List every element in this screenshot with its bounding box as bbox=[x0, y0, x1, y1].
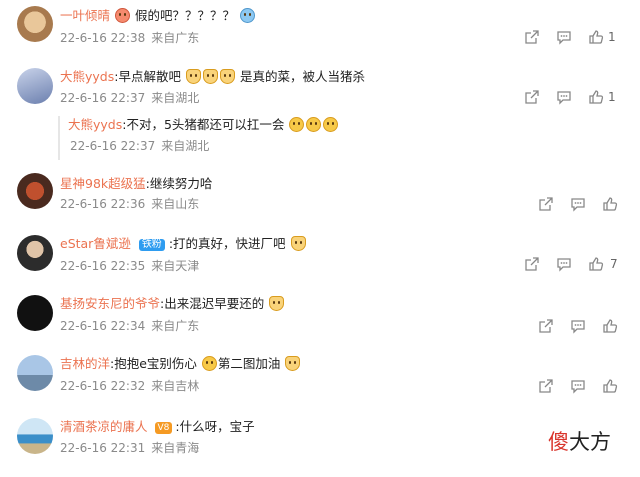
username[interactable]: 大熊yyds bbox=[60, 69, 114, 84]
like-icon[interactable] bbox=[588, 89, 604, 105]
comment-location: 来自广东 bbox=[151, 31, 200, 45]
emoji-icon bbox=[323, 117, 339, 132]
comment-time: 22-6-16 22:31 bbox=[60, 441, 146, 455]
watermark-rest: 大方 bbox=[569, 430, 611, 454]
comment-text: :抱抱e宝别伤心 bbox=[110, 356, 197, 371]
like-count: 1 bbox=[608, 30, 616, 44]
reply-username[interactable]: 大熊yyds bbox=[68, 117, 122, 132]
doge-cat-emoji-icon bbox=[290, 236, 306, 251]
comment-text: :出来混迟早要还的 bbox=[160, 296, 265, 311]
avatar[interactable] bbox=[17, 355, 53, 391]
avatar[interactable] bbox=[17, 235, 53, 271]
comment-location: 来自青海 bbox=[151, 441, 200, 455]
share-icon[interactable] bbox=[538, 378, 554, 394]
comment-text-2: 是真的菜，被人当猪杀 bbox=[239, 69, 365, 84]
comment-location: 来自天津 bbox=[151, 259, 200, 273]
comment-text: :什么呀，宝子 bbox=[175, 419, 255, 434]
comment-icon[interactable] bbox=[570, 378, 586, 394]
doge-cat-emoji-icon bbox=[202, 69, 218, 84]
comment-text: :打的真好，快进厂吧 bbox=[168, 236, 286, 251]
comment-time: 22-6-16 22:38 bbox=[60, 31, 146, 45]
comment-icon[interactable] bbox=[556, 89, 572, 105]
comment-time: 22-6-16 22:32 bbox=[60, 379, 146, 393]
comment-location: 来自湖北 bbox=[151, 91, 200, 105]
comment-time: 22-6-16 22:36 bbox=[60, 197, 146, 211]
share-icon[interactable] bbox=[524, 29, 540, 45]
watermark: 傻大方 bbox=[548, 426, 611, 456]
comment-icon[interactable] bbox=[556, 29, 572, 45]
cat-emoji-icon bbox=[269, 296, 285, 311]
angry-emoji-icon bbox=[115, 8, 130, 23]
reply-location: 来自湖北 bbox=[161, 139, 210, 153]
comment-icon[interactable] bbox=[556, 256, 572, 272]
like-icon[interactable] bbox=[588, 29, 604, 45]
vip-badge: V8 bbox=[154, 422, 173, 434]
username[interactable]: 基扬安东尼的爷爷 bbox=[60, 296, 160, 311]
comment-time: 22-6-16 22:35 bbox=[60, 259, 146, 273]
laugh-cry-emoji-icon bbox=[239, 8, 255, 23]
reply-item: 大熊yyds:不对，5头猪都还可以扛一会 22-6-16 22:37 来自湖北 bbox=[58, 116, 370, 160]
doge-cat-emoji-icon bbox=[219, 69, 235, 84]
username[interactable]: 清酒茶凉的庸人 bbox=[60, 419, 148, 434]
comment-location: 来自吉林 bbox=[151, 379, 200, 393]
comment-item: 基扬安东尼的爷爷:出来混迟早要还的 22-6-16 22:34 来自广东 bbox=[0, 290, 640, 346]
doge-cat-emoji-icon bbox=[185, 69, 201, 84]
like-count: 1 bbox=[608, 90, 616, 104]
comment-item: 吉林的洋:抱抱e宝别伤心 第二图加油 22-6-16 22:32 来自吉林 bbox=[0, 350, 640, 406]
reply-time: 22-6-16 22:37 bbox=[70, 139, 156, 153]
comment-text: :继续努力哈 bbox=[145, 176, 213, 191]
comment-time: 22-6-16 22:34 bbox=[60, 319, 146, 333]
like-icon[interactable] bbox=[588, 256, 604, 272]
avatar[interactable] bbox=[17, 295, 53, 331]
comment-item: 一叶倾晴 假的吧？？？？？ 22-6-16 22:38 来自广东 1 bbox=[0, 0, 640, 56]
watermark-first-char: 傻 bbox=[548, 430, 569, 454]
like-icon[interactable] bbox=[602, 196, 618, 212]
comment-item: eStar鲁斌逊 铁粉:打的真好，快进厂吧 22-6-16 22:35 来自天津 … bbox=[0, 230, 640, 286]
like-count: 7 bbox=[610, 257, 618, 271]
avatar[interactable] bbox=[17, 418, 53, 454]
comment-text: :早点解散吧 bbox=[114, 69, 181, 84]
avatar[interactable] bbox=[17, 68, 53, 104]
comment-item: 清酒茶凉的庸人 V8:什么呀，宝子 22-6-16 22:31 来自青海 bbox=[0, 410, 640, 470]
comment-time: 22-6-16 22:37 bbox=[60, 91, 146, 105]
comment-icon[interactable] bbox=[570, 196, 586, 212]
emoji-icon bbox=[289, 117, 305, 132]
avatar[interactable] bbox=[17, 6, 53, 42]
comment-location: 来自广东 bbox=[151, 319, 200, 333]
like-icon[interactable] bbox=[602, 318, 618, 334]
comment-text: 假的吧？？？？？ bbox=[134, 8, 235, 23]
emoji-icon bbox=[306, 117, 322, 132]
doge-cat-emoji-icon bbox=[285, 356, 301, 371]
share-icon[interactable] bbox=[524, 256, 540, 272]
avatar[interactable] bbox=[17, 173, 53, 209]
fan-badge: 铁粉 bbox=[138, 239, 165, 251]
like-icon[interactable] bbox=[602, 378, 618, 394]
hug-emoji-icon bbox=[201, 356, 217, 371]
username[interactable]: 一叶倾晴 bbox=[60, 8, 110, 23]
comment-text-2: 第二图加油 bbox=[217, 356, 281, 371]
username[interactable]: 吉林的洋 bbox=[60, 356, 110, 371]
username[interactable]: 星神98k超级猛 bbox=[60, 176, 146, 191]
share-icon[interactable] bbox=[538, 318, 554, 334]
username[interactable]: eStar鲁斌逊 bbox=[60, 236, 131, 251]
comment-location: 来自山东 bbox=[151, 197, 200, 211]
comment-item: 星神98k超级猛:继续努力哈 22-6-16 22:36 来自山东 bbox=[0, 170, 640, 226]
comment-icon[interactable] bbox=[570, 318, 586, 334]
share-icon[interactable] bbox=[538, 196, 554, 212]
share-icon[interactable] bbox=[524, 89, 540, 105]
reply-text: :不对，5头猪都还可以扛一会 bbox=[122, 117, 285, 132]
